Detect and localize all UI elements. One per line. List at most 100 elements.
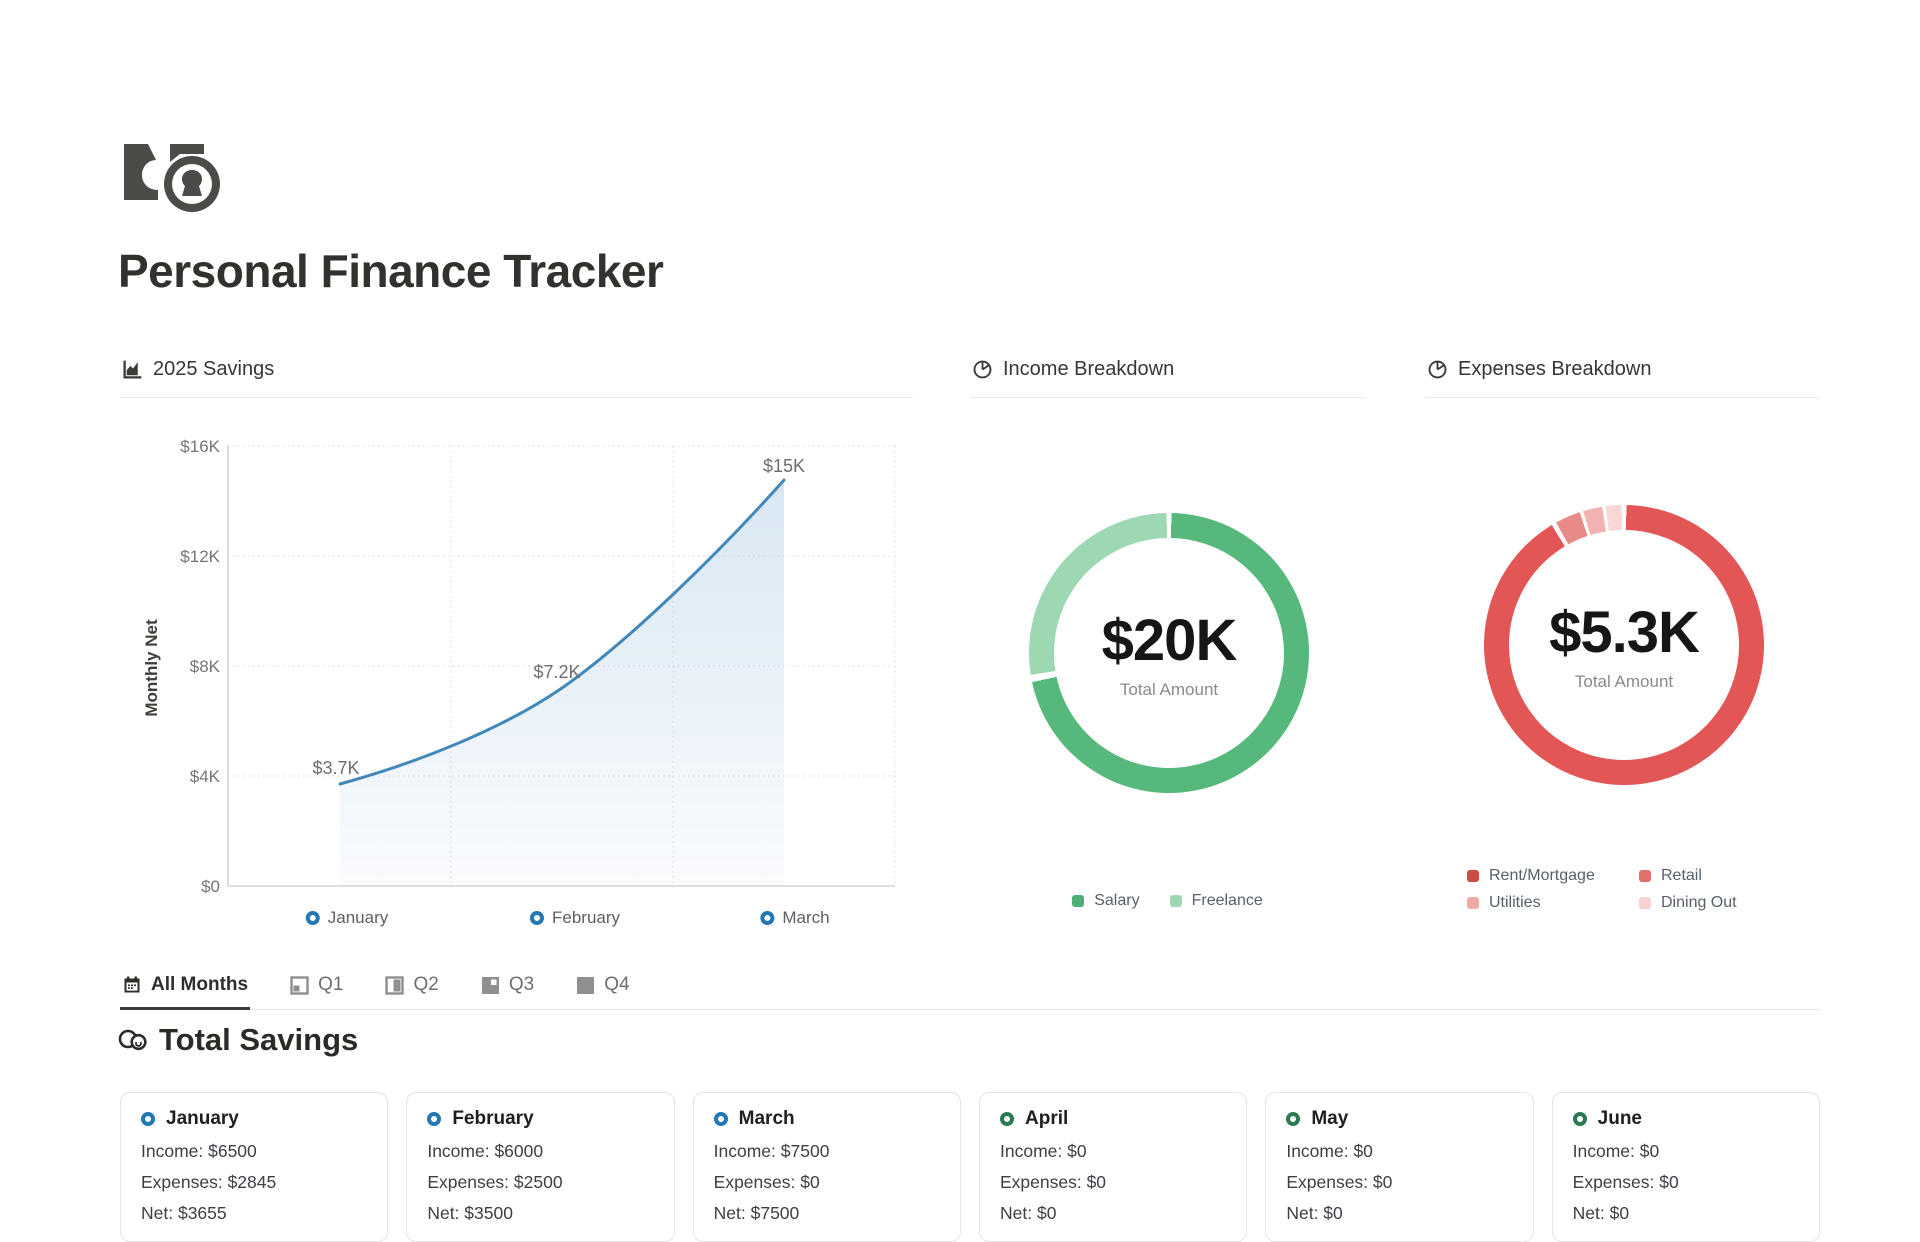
expenses-breakdown-panel: Expenses Breakdown $5.3K Total Amount Re… bbox=[1425, 352, 1820, 952]
card-net: Net: $3655 bbox=[141, 1203, 367, 1224]
legend-label: Retail bbox=[1661, 867, 1702, 885]
card-expenses: Expenses: $0 bbox=[1573, 1172, 1799, 1193]
card-net: Net: $3500 bbox=[427, 1203, 653, 1224]
legend-label: Utilities bbox=[1489, 894, 1541, 912]
legend-item-salary: Salary bbox=[1072, 892, 1139, 910]
x-label-february: February bbox=[530, 908, 620, 928]
income-donut-chart: $20K Total Amount bbox=[1029, 513, 1309, 793]
card-header: April bbox=[1000, 1103, 1226, 1131]
expenses-donut-center: $5.3K Total Amount bbox=[1509, 530, 1739, 760]
freelance-swatch-icon bbox=[1170, 895, 1182, 907]
month-dot-icon bbox=[1000, 1112, 1014, 1126]
y-tick: $4K bbox=[190, 767, 221, 786]
income-total: $20K bbox=[1102, 607, 1237, 674]
x-label-march: March bbox=[760, 908, 829, 928]
utilities-swatch-icon bbox=[1467, 897, 1479, 909]
card-march[interactable]: March Income: $7500 Expenses: $0 Net: $7… bbox=[693, 1092, 961, 1242]
quarter-2-icon bbox=[385, 976, 404, 995]
tab-label: Q4 bbox=[604, 974, 629, 996]
x-axis-labels: January February March bbox=[120, 908, 913, 932]
quarter-4-icon bbox=[576, 976, 595, 995]
x-label-text: January bbox=[328, 908, 388, 928]
point-label-february: $7.2K bbox=[533, 662, 580, 682]
card-expenses: Expenses: $0 bbox=[1000, 1172, 1226, 1193]
income-donut-center: $20K Total Amount bbox=[1054, 538, 1284, 768]
card-february[interactable]: February Income: $6000 Expenses: $2500 N… bbox=[406, 1092, 674, 1242]
legend-label: Salary bbox=[1094, 892, 1139, 910]
tab-label: Q1 bbox=[318, 974, 343, 996]
legend-item-dining: Dining Out bbox=[1639, 894, 1811, 912]
tab-all-months[interactable]: All Months bbox=[120, 968, 250, 1010]
card-expenses: Expenses: $2845 bbox=[141, 1172, 367, 1193]
expenses-donut-chart: $5.3K Total Amount bbox=[1484, 505, 1764, 785]
card-net: Net: $0 bbox=[1000, 1203, 1226, 1224]
rent-swatch-icon bbox=[1467, 870, 1479, 882]
month-dot-icon bbox=[141, 1112, 155, 1126]
card-month: January bbox=[166, 1107, 239, 1131]
y-tick: $12K bbox=[180, 547, 220, 566]
x-label-text: February bbox=[552, 908, 620, 928]
tab-q3[interactable]: Q3 bbox=[479, 968, 536, 1010]
legend-item-freelance: Freelance bbox=[1170, 892, 1263, 910]
month-marker-icon bbox=[306, 911, 320, 925]
savings-panel-header: 2025 Savings bbox=[120, 352, 913, 398]
card-january[interactable]: January Income: $6500 Expenses: $2845 Ne… bbox=[120, 1092, 388, 1242]
legend-label: Rent/Mortgage bbox=[1489, 867, 1595, 885]
tab-label: All Months bbox=[151, 974, 248, 996]
quarter-1-icon bbox=[290, 976, 309, 995]
month-marker-icon bbox=[760, 911, 774, 925]
income-panel-header: Income Breakdown bbox=[970, 352, 1365, 398]
month-dot-icon bbox=[427, 1112, 441, 1126]
card-april[interactable]: April Income: $0 Expenses: $0 Net: $0 bbox=[979, 1092, 1247, 1242]
income-panel-title: Income Breakdown bbox=[1003, 358, 1174, 381]
card-june[interactable]: June Income: $0 Expenses: $0 Net: $0 bbox=[1552, 1092, 1820, 1242]
y-tick: $0 bbox=[201, 877, 220, 896]
coins-icon bbox=[118, 1028, 148, 1052]
legend-item-retail: Retail bbox=[1639, 867, 1811, 885]
tab-q2[interactable]: Q2 bbox=[383, 968, 440, 1010]
card-header: February bbox=[427, 1103, 653, 1131]
card-expenses: Expenses: $2500 bbox=[427, 1172, 653, 1193]
tab-q4[interactable]: Q4 bbox=[574, 968, 631, 1010]
x-label-text: March bbox=[782, 908, 829, 928]
tab-label: Q2 bbox=[413, 974, 438, 996]
months-tabbar: All Months Q1 Q2 Q3 Q4 bbox=[120, 968, 1820, 1010]
card-header: January bbox=[141, 1103, 367, 1131]
card-income: Income: $0 bbox=[1573, 1141, 1799, 1162]
card-net: Net: $0 bbox=[1286, 1203, 1512, 1224]
card-header: June bbox=[1573, 1103, 1799, 1131]
savings-panel-title: 2025 Savings bbox=[153, 358, 274, 381]
card-header: May bbox=[1286, 1103, 1512, 1131]
card-month: May bbox=[1311, 1107, 1348, 1131]
legend-item-rent: Rent/Mortgage bbox=[1467, 867, 1639, 885]
month-marker-icon bbox=[530, 911, 544, 925]
pie-chart-icon bbox=[1427, 359, 1448, 380]
month-dot-icon bbox=[1286, 1112, 1300, 1126]
expenses-legend: Rent/Mortgage Retail Utilities Dining Ou… bbox=[1467, 867, 1811, 912]
card-income: Income: $7500 bbox=[714, 1141, 940, 1162]
money-icon bbox=[122, 138, 222, 219]
expenses-panel-title: Expenses Breakdown bbox=[1458, 358, 1651, 381]
point-label-march: $15K bbox=[763, 456, 805, 476]
quarter-3-icon bbox=[481, 976, 500, 995]
income-legend: Salary Freelance bbox=[970, 892, 1365, 910]
calendar-icon bbox=[122, 975, 142, 995]
page-title: Personal Finance Tracker bbox=[118, 244, 663, 298]
card-net: Net: $0 bbox=[1573, 1203, 1799, 1224]
y-tick: $16K bbox=[180, 437, 220, 456]
card-month: April bbox=[1025, 1107, 1068, 1131]
card-expenses: Expenses: $0 bbox=[714, 1172, 940, 1193]
card-may[interactable]: May Income: $0 Expenses: $0 Net: $0 bbox=[1265, 1092, 1533, 1242]
tab-label: Q3 bbox=[509, 974, 534, 996]
card-income: Income: $6500 bbox=[141, 1141, 367, 1162]
area-chart-icon bbox=[122, 359, 143, 380]
month-dot-icon bbox=[1573, 1112, 1587, 1126]
y-tick: $8K bbox=[190, 657, 221, 676]
month-dot-icon bbox=[714, 1112, 728, 1126]
tab-q1[interactable]: Q1 bbox=[288, 968, 345, 1010]
savings-chart-panel: 2025 Savings Monthly Net $16K $12K $8K $… bbox=[120, 352, 913, 952]
card-month: March bbox=[739, 1107, 795, 1131]
expenses-total: $5.3K bbox=[1549, 599, 1699, 666]
card-income: Income: $0 bbox=[1286, 1141, 1512, 1162]
card-header: March bbox=[714, 1103, 940, 1131]
